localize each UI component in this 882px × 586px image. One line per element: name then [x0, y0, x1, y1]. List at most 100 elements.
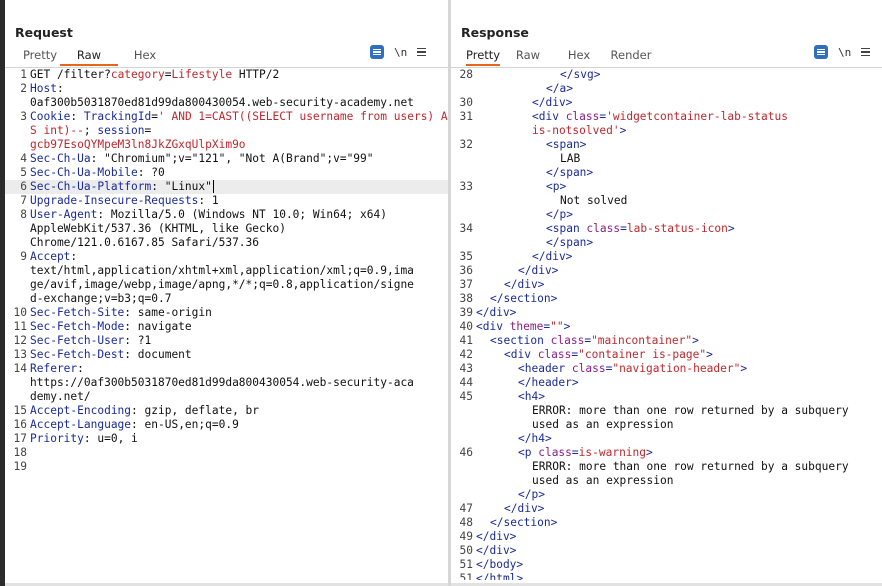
code-line[interactable]: AppleWebKit/537.36 (KHTML, like Gecko) [5, 222, 448, 236]
line-number [451, 404, 476, 418]
code-token: : u=0, i [83, 432, 138, 445]
code-line[interactable]: 17 Priority: u=0, i [5, 432, 448, 446]
code-token: is-notsolved' [532, 124, 620, 137]
code-line[interactable]: 43 <header class="navigation-header"> [451, 362, 882, 376]
code-line[interactable]: 35 </div> [451, 250, 882, 264]
code-line[interactable]: 39 </div> [451, 306, 882, 320]
line-code: Sec-Fetch-Mode: navigate [30, 320, 448, 334]
code-line[interactable]: text/html,application/xhtml+xml,applicat… [5, 264, 448, 278]
code-line[interactable]: 19 [5, 460, 448, 474]
code-line[interactable]: ERROR: more than one row returned by a s… [451, 460, 882, 474]
code-line[interactable]: 32 <span> [451, 138, 882, 152]
code-line[interactable]: 6 Sec-Ch-Ua-Platform: "Linux" [5, 180, 448, 194]
code-line[interactable]: 7 Upgrade-Insecure-Requests: 1 [5, 194, 448, 208]
tab-render[interactable]: Render [602, 47, 660, 67]
code-line[interactable]: 28 </svg> [451, 68, 882, 82]
code-line[interactable]: 3 Cookie: TrackingId=' AND 1=CAST((SELECT… [5, 110, 448, 138]
tab-pretty[interactable]: Pretty [20, 47, 60, 67]
line-number: 33 [459, 180, 473, 193]
code-line[interactable]: 30 </div> [451, 96, 882, 110]
line-code: </div> [476, 250, 882, 264]
code-line[interactable]: 12 Sec-Fetch-User: ?1 [5, 334, 448, 348]
code-line[interactable]: 34 <span class=lab-status-icon> [451, 222, 882, 236]
code-line[interactable]: gcb97EsoQYMpeM3ln8JkZGxqUlpXim9o [5, 138, 448, 152]
menu-icon[interactable] [417, 47, 427, 57]
code-line[interactable]: </a> [451, 82, 882, 96]
code-token: Priority [30, 432, 84, 445]
code-line[interactable]: 45 <h4> [451, 390, 882, 404]
code-line[interactable]: 44 </header> [451, 376, 882, 390]
code-line[interactable]: 37 </div> [451, 278, 882, 292]
code-line[interactable]: 11 Sec-Fetch-Mode: navigate [5, 320, 448, 334]
code-line[interactable]: 8 User-Agent: Mozilla/5.0 (Windows NT 10.… [5, 208, 448, 222]
line-number: 40 [459, 320, 473, 333]
code-line[interactable]: is-notsolved'> [451, 124, 882, 138]
code-line[interactable]: </h4> [451, 432, 882, 446]
code-line[interactable]: 15 Accept-Encoding: gzip, deflate, br [5, 404, 448, 418]
code-line[interactable]: 51 </html> [451, 572, 882, 580]
request-editor[interactable]: 1 GET /filter?category=Lifestyle HTTP/2 2 H… [5, 68, 448, 580]
code-line[interactable]: 31 <div class='widgetcontainer-lab-status [451, 110, 882, 124]
line-code: </svg> [476, 68, 882, 82]
code-line[interactable]: 33 <p> [451, 180, 882, 194]
tab-pretty[interactable]: Pretty [466, 47, 500, 67]
code-line[interactable]: 38 </section> [451, 292, 882, 306]
code-line[interactable]: 13 Sec-Fetch-Dest: document [5, 348, 448, 362]
code-line[interactable]: 50 </div> [451, 544, 882, 558]
line-code: <div class="container is-page"> [476, 348, 882, 362]
tab-raw[interactable]: Raw [60, 47, 118, 67]
code-line[interactable]: 48 </section> [451, 516, 882, 530]
code-line[interactable]: ERROR: more than one row returned by a s… [451, 404, 882, 418]
newline-toggle[interactable]: \n [838, 46, 851, 59]
code-line[interactable]: 42 <div class="container is-page"> [451, 348, 882, 362]
code-token: <header [518, 362, 572, 375]
code-line[interactable]: used as an expression [451, 474, 882, 488]
tab-hex[interactable]: Hex [556, 47, 602, 67]
line-number [451, 236, 476, 250]
code-line[interactable]: 51 </body> [451, 558, 882, 572]
code-line[interactable]: </span> [451, 166, 882, 180]
code-token: <section [490, 334, 551, 347]
code-line[interactable]: 4 Sec-Ch-Ua: "Chromium";v="121", "Not A(B… [5, 152, 448, 166]
code-token: : [70, 110, 84, 123]
wrap-lines-icon[interactable] [814, 45, 828, 59]
code-line[interactable]: 49 </div> [451, 530, 882, 544]
response-editor[interactable]: 28 </svg> </a> 30 </div> 31 <div class='widget… [451, 68, 882, 580]
code-line[interactable]: LAB [451, 152, 882, 166]
code-line[interactable]: 41 <section class="maincontainer"> [451, 334, 882, 348]
line-number [5, 264, 30, 278]
newline-toggle[interactable]: \n [394, 46, 407, 59]
line-number [5, 390, 30, 404]
code-line[interactable]: 10 Sec-Fetch-Site: same-origin [5, 306, 448, 320]
tab-raw[interactable]: Raw [500, 47, 556, 67]
code-line[interactable]: Not solved [451, 194, 882, 208]
code-line[interactable]: </p> [451, 208, 882, 222]
code-line[interactable]: Chrome/121.0.6167.85 Safari/537.36 [5, 236, 448, 250]
code-line[interactable]: 2 Host: [5, 82, 448, 96]
code-line[interactable]: used as an expression [451, 418, 882, 432]
code-line[interactable]: ge/avif,image/webp,image/apng,*/*;q=0.8,… [5, 278, 448, 292]
line-code: </section> [476, 516, 882, 530]
code-line[interactable]: 14 Referer: [5, 362, 448, 376]
code-line[interactable]: </span> [451, 236, 882, 250]
code-token: </body> [476, 558, 524, 571]
code-line[interactable]: https://0af300b5031870ed81d99da800430054… [5, 376, 448, 390]
code-line[interactable]: 40 <div theme=""> [451, 320, 882, 334]
code-line[interactable]: 47 </div> [451, 502, 882, 516]
code-line[interactable]: </p> [451, 488, 882, 502]
menu-icon[interactable] [861, 47, 871, 57]
tab-hex[interactable]: Hex [118, 47, 172, 67]
code-line[interactable]: 36 </div> [451, 264, 882, 278]
code-line[interactable]: 46 <p class=is-warning> [451, 446, 882, 460]
code-line[interactable]: 1 GET /filter?category=Lifestyle HTTP/2 [5, 68, 448, 82]
code-line[interactable]: 0af300b5031870ed81d99da800430054.web-sec… [5, 96, 448, 110]
code-line[interactable]: 9 Accept: [5, 250, 448, 264]
code-line[interactable]: 16 Accept-Language: en-US,en;q=0.9 [5, 418, 448, 432]
code-line[interactable]: 5 Sec-Ch-Ua-Mobile: ?0 [5, 166, 448, 180]
code-token: demy.net/ [30, 390, 91, 403]
line-code: ge/avif,image/webp,image/apng,*/*;q=0.8,… [30, 278, 448, 292]
code-line[interactable]: demy.net/ [5, 390, 448, 404]
code-line[interactable]: 18 [5, 446, 448, 460]
code-line[interactable]: d-exchange;v=b3;q=0.7 [5, 292, 448, 306]
wrap-lines-icon[interactable] [370, 45, 384, 59]
